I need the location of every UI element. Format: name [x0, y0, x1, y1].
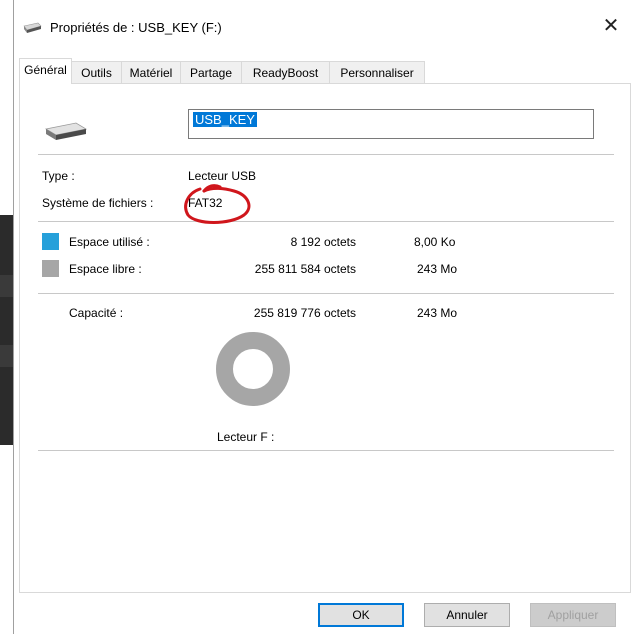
separator — [38, 154, 614, 155]
title-bar: Propriétés de : USB_KEY (F:) ✕ — [14, 0, 633, 52]
red-circle-annotation — [184, 184, 251, 224]
used-space-short: 8,00 Ko — [414, 235, 456, 249]
general-panel: USB_KEY Type : Lecteur USB Système de fi… — [19, 83, 631, 593]
tab-readyboost[interactable]: ReadyBoost — [241, 61, 330, 83]
cancel-button[interactable]: Annuler — [424, 603, 510, 627]
type-label: Type : — [42, 169, 75, 183]
capacity-bytes: 255 819 776 octets — [253, 306, 356, 320]
ok-button[interactable]: OK — [318, 603, 404, 627]
tab-hardware[interactable]: Matériel — [121, 61, 181, 83]
close-button[interactable]: ✕ — [588, 8, 633, 44]
tab-tools[interactable]: Outils — [71, 61, 122, 83]
apply-button: Appliquer — [530, 603, 616, 627]
background-band — [0, 275, 13, 297]
tab-general[interactable]: Général — [19, 58, 72, 84]
filesystem-label: Système de fichiers : — [42, 196, 154, 210]
usb-drive-icon — [23, 22, 42, 33]
separator — [38, 221, 614, 222]
tab-sharing[interactable]: Partage — [180, 61, 242, 83]
tab-customize[interactable]: Personnaliser — [329, 61, 425, 83]
separator — [38, 450, 614, 451]
used-space-bytes: 8 192 octets — [290, 235, 356, 249]
free-space-bytes: 255 811 584 octets — [254, 262, 356, 276]
drive-name-input[interactable]: USB_KEY — [188, 109, 594, 139]
free-space-short: 243 Mo — [417, 262, 458, 276]
separator — [38, 293, 614, 294]
capacity-donut-chart — [216, 332, 290, 406]
free-space-swatch — [42, 260, 59, 277]
drive-caption: Lecteur F : — [217, 430, 275, 444]
usb-drive-icon — [44, 122, 88, 140]
window-title: Propriétés de : USB_KEY (F:) — [50, 20, 222, 35]
properties-dialog: Propriétés de : USB_KEY (F:) ✕ Général O… — [13, 0, 633, 634]
drive-name-text: USB_KEY — [193, 112, 257, 127]
tab-bar: Général Outils Matériel Partage ReadyBoo… — [19, 58, 631, 84]
used-space-label: Espace utilisé : — [69, 235, 150, 249]
background-band — [0, 345, 13, 367]
used-space-swatch — [42, 233, 59, 250]
background-window — [0, 215, 13, 445]
close-icon: ✕ — [602, 15, 620, 37]
capacity-label: Capacité : — [69, 306, 124, 320]
free-space-label: Espace libre : — [69, 262, 142, 276]
capacity-short: 243 Mo — [417, 306, 458, 320]
